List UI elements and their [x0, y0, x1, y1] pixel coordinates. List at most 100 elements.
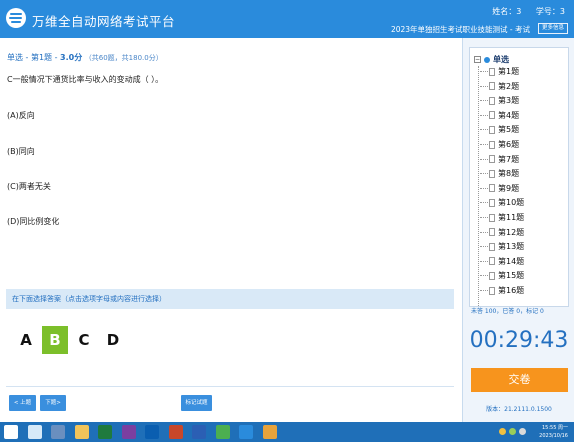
tree-item-label: 第12题 [498, 227, 525, 237]
tree-connector [480, 85, 488, 87]
tree-connector [480, 114, 488, 116]
app-s-icon[interactable] [239, 425, 253, 439]
tree-item[interactable]: 第15题 [480, 270, 524, 282]
tree-root[interactable]: − 单选 [474, 54, 509, 65]
tree-item[interactable]: 第2题 [480, 81, 519, 93]
tray-volume-icon[interactable] [519, 428, 526, 435]
tray-notification-icon[interactable] [499, 428, 506, 435]
more-info-button[interactable]: 更多信息 [538, 23, 568, 34]
powerpoint-icon[interactable] [168, 425, 183, 439]
tree-item[interactable]: 第1题 [480, 66, 519, 78]
tree-item[interactable]: 第12题 [480, 227, 524, 239]
question-panel: 单选 - 第1题 - 3.0分 （共60题，共180.0分） C一般情况下通货比… [0, 38, 462, 422]
browser-icon[interactable] [215, 425, 230, 439]
tree-guide [478, 66, 479, 306]
document-icon [489, 228, 495, 237]
tree-connector [480, 260, 488, 262]
document-icon [489, 198, 495, 207]
tray-network-icon[interactable] [509, 428, 516, 435]
clock-date: 2023/10/16 [539, 433, 568, 439]
tree-item-label: 第15题 [498, 271, 525, 281]
word-icon[interactable] [192, 425, 206, 439]
tree-item[interactable]: 第11题 [480, 212, 524, 224]
document-icon [489, 184, 495, 193]
tree-item[interactable]: 第9题 [480, 183, 519, 195]
submit-button[interactable]: 交卷 [471, 368, 568, 392]
tree-connector [480, 202, 488, 204]
prev-question-button[interactable]: < 上题 [9, 395, 36, 411]
tree-item-label: 第2题 [498, 81, 520, 91]
answer-b-button[interactable]: B [42, 326, 68, 354]
taskbar: 15:55 周一 2023/10/16 [0, 422, 574, 442]
tree-item-label: 第13题 [498, 242, 525, 252]
tree-item-label: 第8题 [498, 169, 520, 179]
tree-item[interactable]: 第16题 [480, 285, 524, 297]
next-question-button[interactable]: 下题> [40, 395, 66, 411]
mark-question-button[interactable]: 标记试题 [181, 395, 212, 411]
question-text: C一般情况下通货比率与收入的变动成（ ）。 [7, 75, 164, 84]
option-b[interactable]: (B)同向 [7, 146, 35, 157]
tree-connector [480, 173, 488, 175]
tree-connector [480, 71, 488, 72]
document-icon [489, 140, 495, 149]
answer-stats: 未答 100，已答 0，标记 0 [471, 308, 544, 315]
tree-item-label: 第14题 [498, 256, 525, 266]
student-info: 姓名：3 学号：3 [480, 6, 565, 17]
document-icon [489, 111, 495, 120]
side-panel: − 单选 第1题第2题第3题第4题第5题第6题第7题第8题第9题第10题第11题第… [462, 38, 574, 422]
windows-icon[interactable] [4, 425, 18, 439]
countdown-timer: 00:29:43 [469, 328, 569, 353]
document-icon [489, 155, 495, 164]
onenote-icon[interactable] [121, 425, 136, 439]
document-icon [489, 257, 495, 266]
question-type: 单选 - 第1题 - [7, 53, 61, 62]
tree-connector [480, 217, 488, 218]
circle-icon [484, 56, 490, 63]
document-icon [489, 286, 495, 295]
media-icon[interactable] [51, 425, 65, 439]
folder-icon[interactable] [74, 425, 89, 439]
tree-item-label: 第4题 [498, 110, 520, 120]
file-explorer-icon[interactable] [27, 425, 42, 439]
document-icon [489, 82, 495, 91]
app-logo-icon [6, 8, 26, 28]
outlook-icon[interactable] [145, 425, 159, 439]
tree-item[interactable]: 第4题 [480, 110, 519, 122]
tree-item[interactable]: 第7题 [480, 154, 519, 166]
answer-a-button[interactable]: A [13, 326, 39, 354]
app-c-icon[interactable] [262, 425, 277, 439]
tree-root-label: 单选 [493, 55, 509, 64]
header-bar: 万维全自动网络考试平台 姓名：3 学号：3 2023年单独招生考试职业技能测试 … [0, 0, 574, 38]
option-d[interactable]: (D)同比例变化 [7, 216, 59, 227]
collapse-icon[interactable]: − [474, 56, 481, 63]
app-title: 万维全自动网络考试平台 [32, 14, 176, 29]
tree-item[interactable]: 第5题 [480, 124, 519, 136]
question-count: （共60题，共180.0分） [84, 54, 163, 62]
tree-item-label: 第6题 [498, 140, 520, 149]
tree-connector [480, 246, 488, 248]
tree-item[interactable]: 第13题 [480, 241, 524, 253]
option-a[interactable]: (A)反向 [7, 110, 35, 121]
tree-item[interactable]: 第6题 [480, 139, 519, 151]
document-icon [489, 213, 495, 222]
exam-title: 2023年单独招生考试职业技能测试 - 考试 [390, 25, 530, 34]
excel-icon[interactable] [98, 425, 112, 439]
taskbar-clock[interactable]: 15:55 周一 2023/10/16 [539, 424, 568, 440]
answer-d-button[interactable]: D [100, 326, 126, 354]
tree-connector [480, 144, 488, 145]
option-c[interactable]: (C)两者无关 [7, 181, 51, 192]
version-label: 版本：21.2111.0.1500 [486, 406, 552, 413]
tree-item[interactable]: 第14题 [480, 256, 524, 268]
question-tree: − 单选 第1题第2题第3题第4题第5题第6题第7题第8题第9题第10题第11题第… [469, 47, 569, 307]
tree-item[interactable]: 第3题 [480, 95, 519, 107]
answer-c-button[interactable]: C [71, 326, 97, 354]
tree-connector [480, 290, 488, 291]
divider [6, 386, 454, 387]
tree-item-label: 第1题 [498, 67, 520, 76]
question-header: 单选 - 第1题 - 3.0分 （共60题，共180.0分） [7, 52, 163, 63]
tree-item[interactable]: 第10题 [480, 197, 524, 209]
tree-connector [480, 100, 488, 102]
tree-item[interactable]: 第8题 [480, 168, 519, 180]
tree-item-label: 第3题 [498, 96, 520, 106]
tree-connector [480, 275, 488, 277]
